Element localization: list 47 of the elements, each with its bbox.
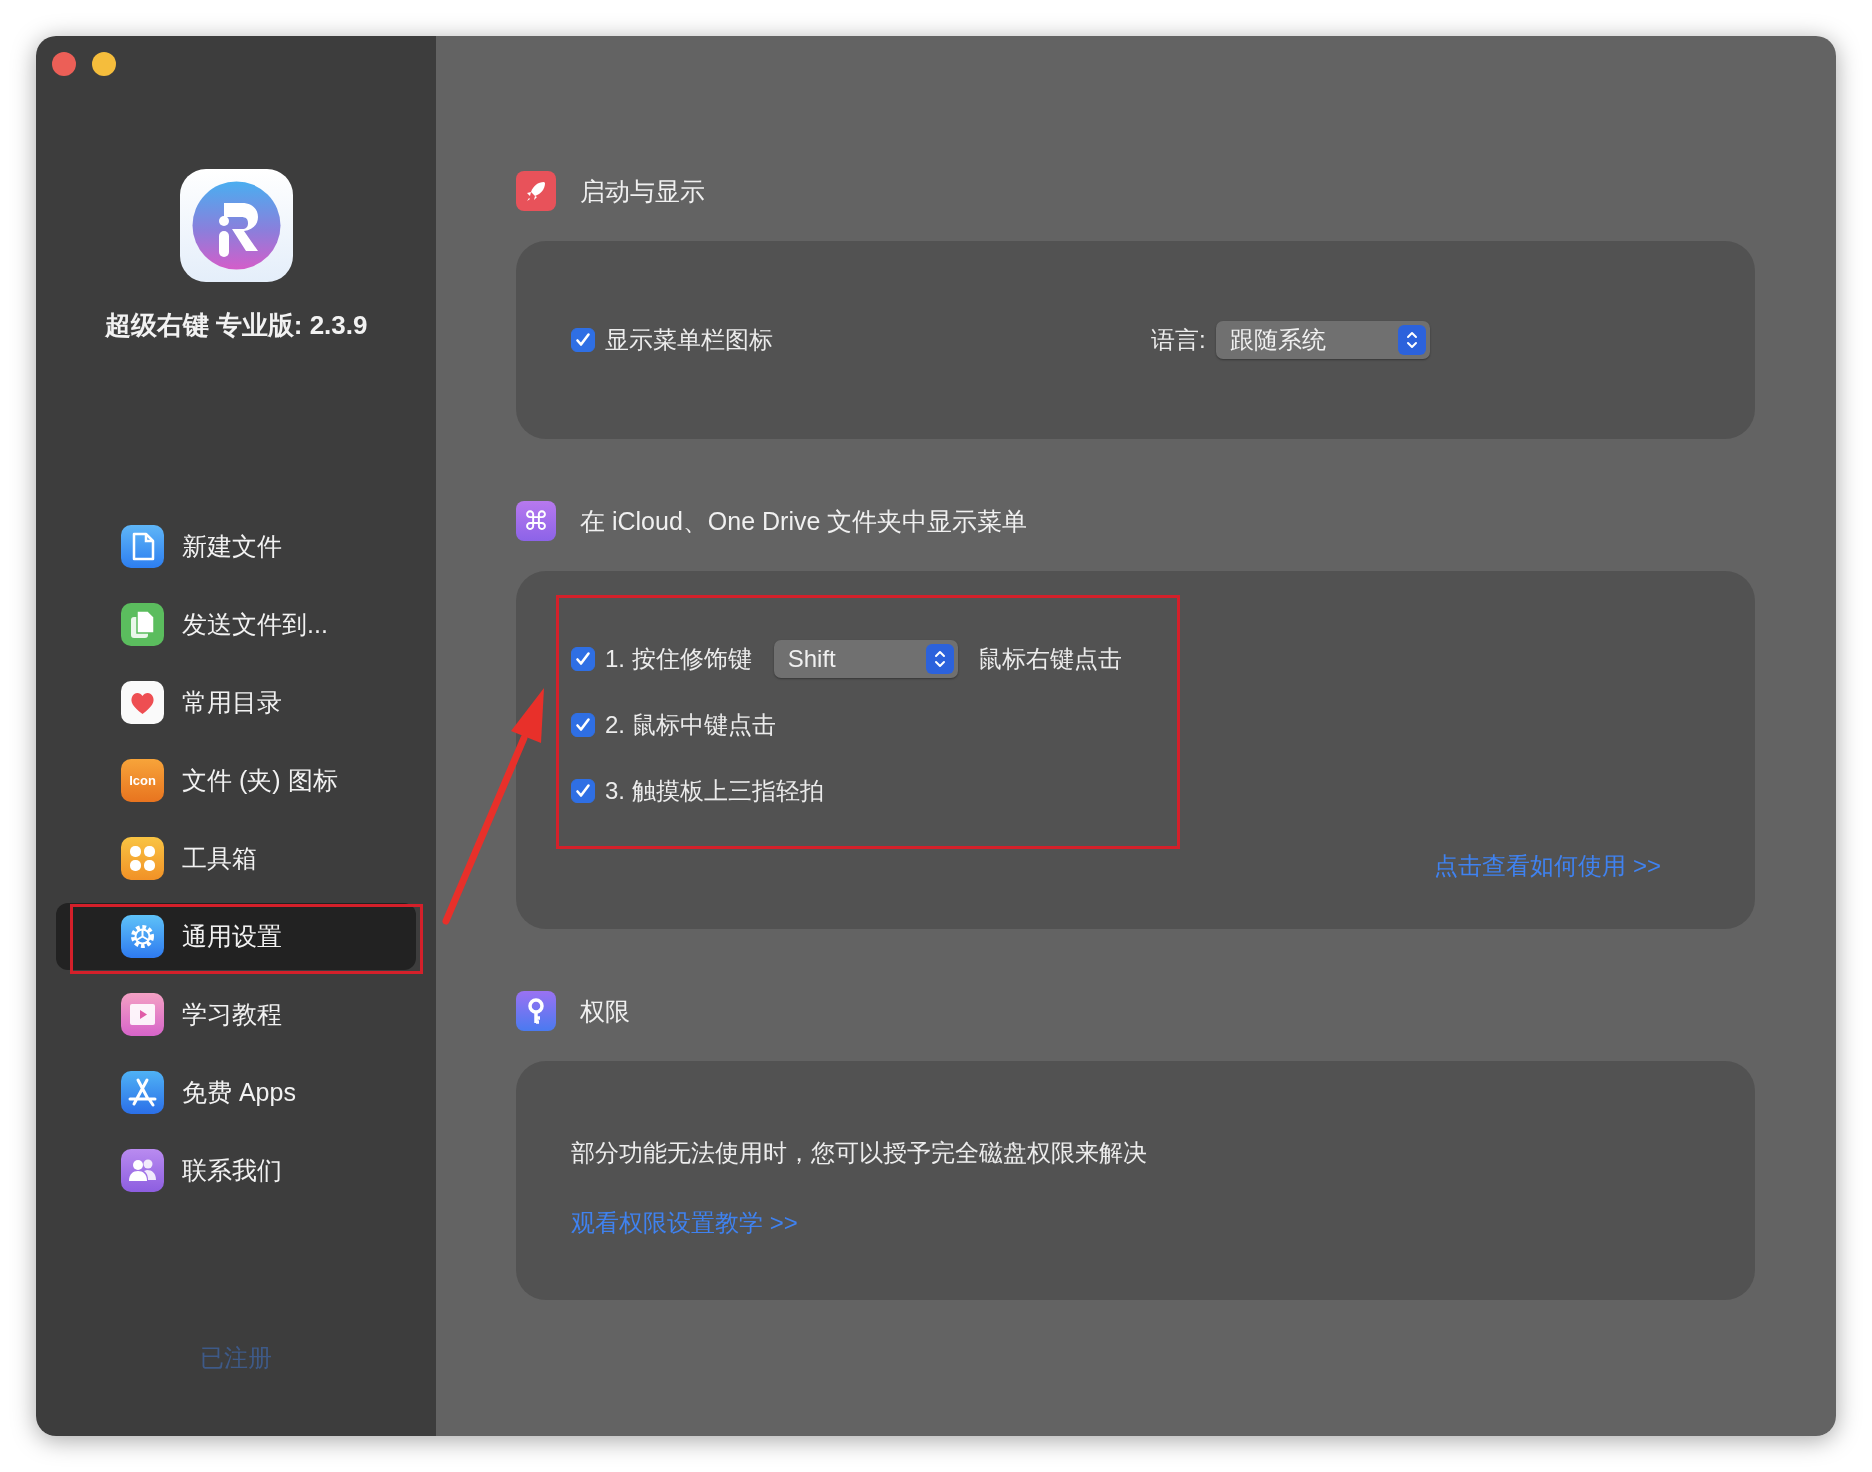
sidebar-item[interactable]: Icon 文件 (夹) 图标	[56, 747, 416, 814]
app-version-title: 超级右键 专业版: 2.3.9	[104, 309, 368, 342]
checkmark-icon	[574, 650, 592, 668]
stepper-icon	[1397, 325, 1426, 355]
film-icon	[121, 993, 164, 1036]
section-title: 权限	[580, 995, 630, 1027]
sidebar-item[interactable]: 发送文件到...	[56, 591, 416, 658]
sidebar-item[interactable]: 通用设置	[56, 903, 416, 970]
registered-status: 已注册	[200, 1343, 272, 1373]
people-icon	[121, 1149, 164, 1192]
checkmark-icon	[574, 331, 592, 349]
checkbox[interactable]	[571, 647, 595, 671]
rocket-icon	[516, 171, 556, 211]
language-label: 语言:	[1151, 325, 1206, 355]
checkmark-icon	[574, 782, 592, 800]
permission-hint: 部分功能无法使用时，您可以授予完全磁盘权限来解决	[571, 1138, 1148, 1168]
checkbox-label: 2. 鼠标中键点击	[605, 710, 776, 740]
app-store-icon	[121, 1071, 164, 1114]
sidebar-item[interactable]: 学习教程	[56, 981, 416, 1048]
sidebar-item[interactable]: 工具箱	[56, 825, 416, 892]
stepper-icon	[925, 644, 954, 674]
sidebar-item[interactable]: 联系我们	[56, 1137, 416, 1204]
app-logo-icon	[179, 169, 293, 282]
checkbox[interactable]	[571, 328, 595, 352]
checkbox[interactable]	[571, 779, 595, 803]
sidebar-item[interactable]: 常用目录	[56, 669, 416, 736]
document-icon	[121, 525, 164, 568]
checkbox[interactable]	[571, 713, 595, 737]
sidebar-item[interactable]: 新建文件	[56, 513, 416, 580]
minimize-button[interactable]	[92, 52, 116, 76]
checkbox-label: 1. 按住修饰键	[605, 644, 752, 674]
documents-icon	[121, 603, 164, 646]
key-icon	[516, 991, 556, 1031]
close-button[interactable]	[52, 52, 76, 76]
section-title: 启动与显示	[580, 175, 705, 207]
gear-icon	[121, 915, 164, 958]
checkmark-icon	[574, 716, 592, 734]
sidebar-item[interactable]: 免费 Apps	[56, 1059, 416, 1126]
checkbox-label: 显示菜单栏图标	[605, 325, 773, 355]
four-petal-icon	[121, 837, 164, 880]
dropdown[interactable]: Shift	[773, 640, 958, 678]
checkbox-label: 3. 触摸板上三指轻拍	[605, 776, 824, 806]
dropdown[interactable]: 跟随系统	[1215, 321, 1430, 359]
section-title: 在 iCloud、One Drive 文件夹中显示菜单	[580, 505, 1028, 537]
option-text: 鼠标右键点击	[977, 644, 1122, 674]
icon-badge-icon: Icon	[121, 759, 164, 802]
command-icon: ⌘	[516, 501, 556, 541]
